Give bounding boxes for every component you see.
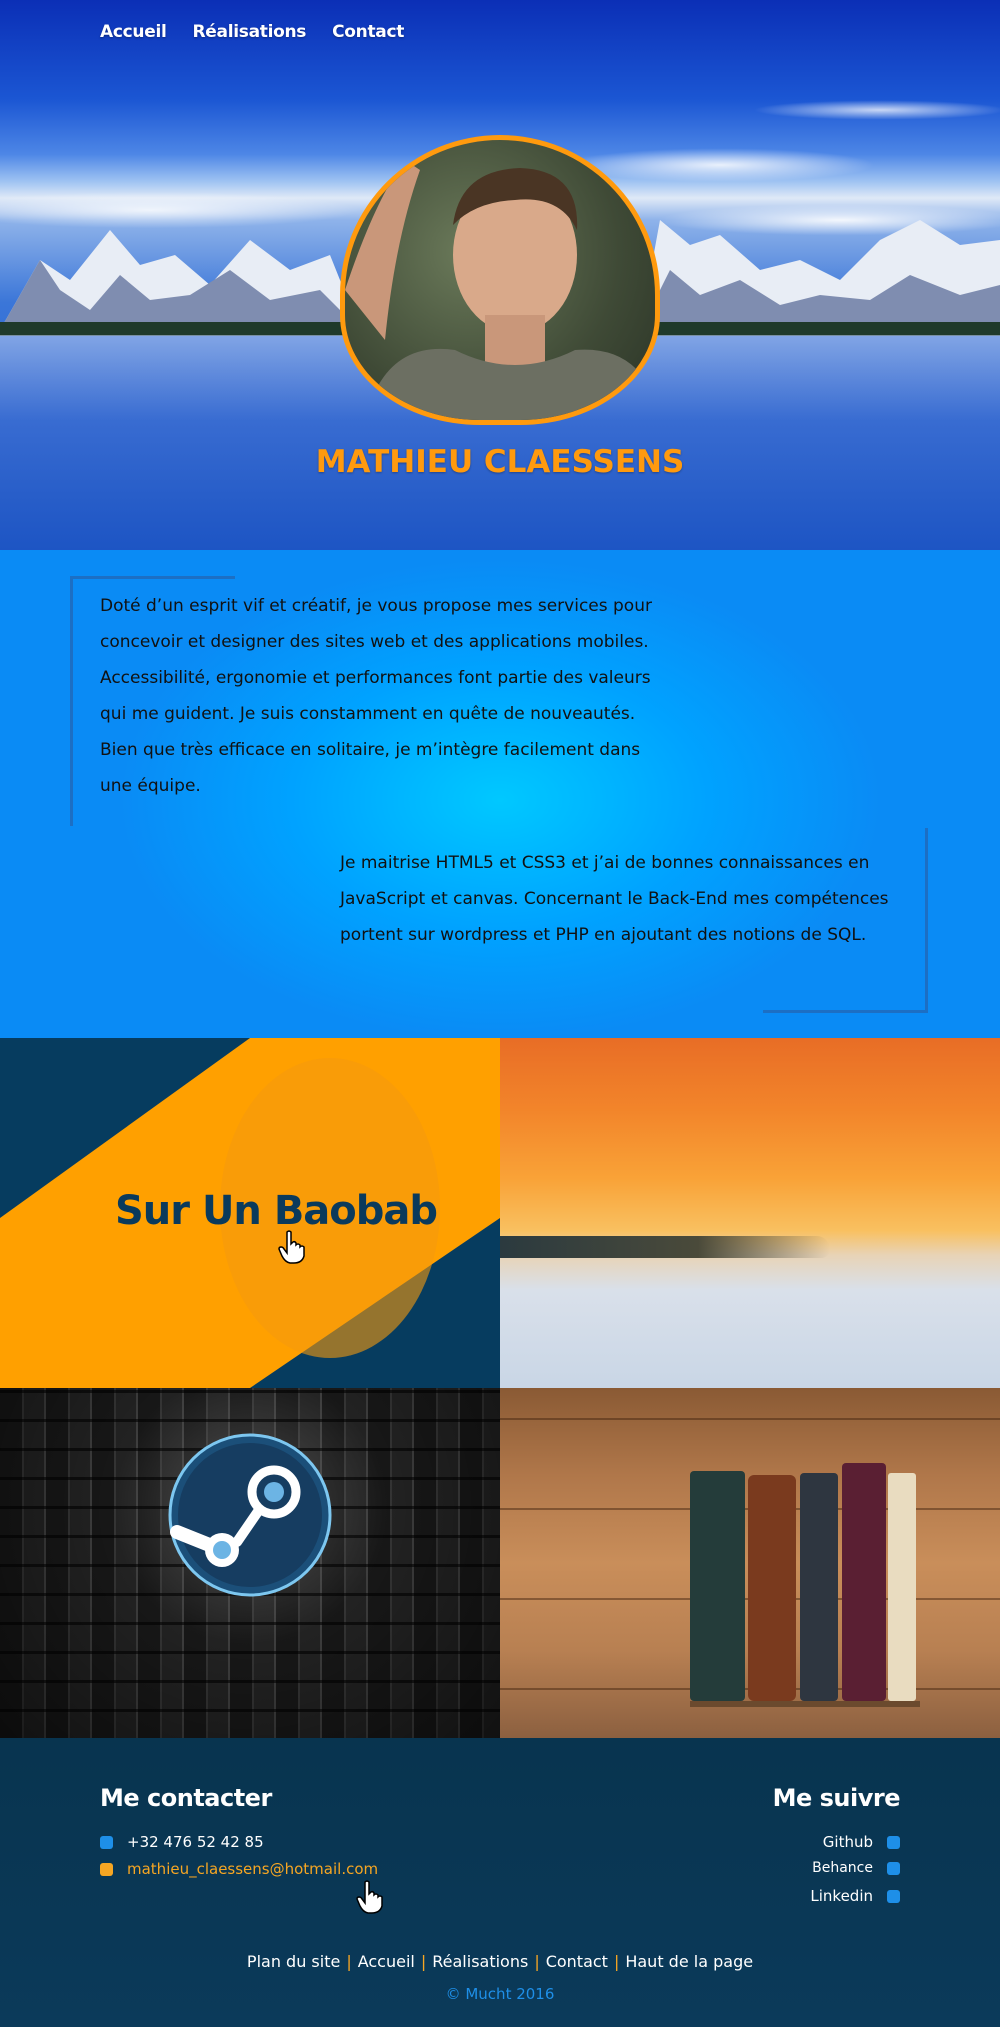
hero-banner: Accueil Réalisations Contact MATHIEU CLA… xyxy=(0,0,1000,550)
link-separator: | xyxy=(534,1952,540,1971)
github-icon[interactable] xyxy=(887,1835,900,1849)
link-separator: | xyxy=(420,1952,427,1971)
link-separator: | xyxy=(613,1952,620,1971)
profile-portrait xyxy=(340,135,660,425)
books-illustration xyxy=(690,1463,920,1707)
follow-title: Me suivre xyxy=(772,1784,901,1812)
main-nav: Accueil Réalisations Contact xyxy=(100,22,404,42)
decorative-bracket-bottom-right xyxy=(763,828,928,1013)
phone-line: +32 476 52 42 85 xyxy=(100,1833,264,1851)
phone-icon xyxy=(100,1835,113,1849)
steam-logo-icon xyxy=(168,1433,332,1597)
footer-link-realisations[interactable]: Réalisations xyxy=(432,1952,528,1971)
link-separator: | xyxy=(346,1952,352,1971)
email-link[interactable]: mathieu_claessens@hotmail.com xyxy=(127,1860,378,1878)
project-tile-sunset[interactable] xyxy=(500,1038,1000,1388)
follow-github-label[interactable]: Github xyxy=(823,1833,873,1851)
nav-link-accueil[interactable]: Accueil xyxy=(100,22,167,42)
hand-cursor-icon xyxy=(356,1880,383,1914)
behance-icon[interactable] xyxy=(887,1861,900,1875)
footer-link-top[interactable]: Haut de la page xyxy=(625,1952,753,1971)
about-section: Doté d’un esprit vif et créatif, je vous… xyxy=(0,550,1000,1038)
hero-name: MATHIEU CLAESSENS xyxy=(315,444,685,480)
follow-linkedin[interactable]: Linkedin xyxy=(810,1887,900,1905)
follow-behance[interactable]: Behance xyxy=(812,1860,900,1876)
linkedin-icon[interactable] xyxy=(887,1889,900,1903)
sunset-horizon xyxy=(500,1236,830,1258)
footer-link-contact[interactable]: Contact xyxy=(546,1952,608,1971)
nav-link-realisations[interactable]: Réalisations xyxy=(193,22,307,42)
contact-title: Me contacter xyxy=(100,1784,272,1812)
nav-link-contact[interactable]: Contact xyxy=(332,22,404,42)
baobab-title: Sur Un Baobab xyxy=(115,1188,438,1234)
site-footer: Me contacter Me suivre xyxy=(0,1738,1000,2027)
wood-plank xyxy=(500,1418,1000,1420)
project-tile-books[interactable] xyxy=(500,1388,1000,1738)
hand-cursor-icon xyxy=(278,1230,305,1264)
follow-linkedin-label[interactable]: Linkedin xyxy=(810,1887,873,1905)
phone-number: +32 476 52 42 85 xyxy=(127,1833,264,1851)
project-tile-steam[interactable] xyxy=(0,1388,500,1738)
footer-links: Plan du site | Accueil | Réalisations | Contac… xyxy=(0,1952,1000,1971)
envelope-icon xyxy=(100,1862,113,1876)
email-line[interactable]: mathieu_claessens@hotmail.com xyxy=(100,1860,378,1878)
projects-grid: Sur Un Baobab xyxy=(0,1038,1000,1738)
copyright: © Mucht 2016 xyxy=(445,1985,555,2003)
follow-behance-label[interactable]: Behance xyxy=(812,1860,873,1876)
portrait-illustration xyxy=(345,160,655,420)
follow-github[interactable]: Github xyxy=(823,1833,900,1851)
project-tile-baobab[interactable]: Sur Un Baobab xyxy=(0,1038,500,1388)
footer-link-accueil[interactable]: Accueil xyxy=(358,1952,415,1971)
footer-link-sitemap[interactable]: Plan du site xyxy=(247,1952,340,1971)
about-paragraph-1: Doté d’un esprit vif et créatif, je vous… xyxy=(100,596,652,796)
